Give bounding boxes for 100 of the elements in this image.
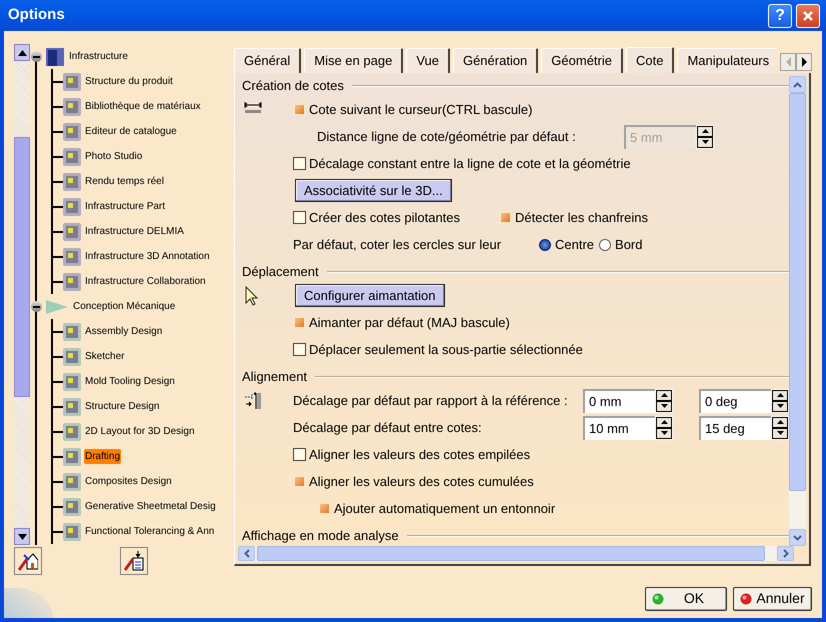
checkbox-label: Ajouter automatiquement un entonnoir <box>334 500 556 518</box>
tree-item[interactable]: 2D Layout for 3D Design <box>84 424 196 439</box>
spinner-control[interactable] <box>655 388 673 412</box>
checkbox-label: Décalage constant entre la ligne de cote et la géométrie <box>309 154 631 173</box>
tab[interactable]: Cote <box>626 47 674 73</box>
section-title: Alignement <box>242 368 308 386</box>
scroll-down-button[interactable] <box>14 528 30 545</box>
close-icon <box>802 10 814 22</box>
down-arrow-icon <box>18 534 26 540</box>
spinner-control[interactable] <box>655 416 673 440</box>
tree-item[interactable]: Sketcher <box>84 349 126 364</box>
number-field[interactable]: 0 mm <box>583 388 655 412</box>
tool-button[interactable] <box>120 547 148 575</box>
down-arrow-icon <box>702 140 708 144</box>
tree-item[interactable]: Drafting <box>84 449 122 464</box>
close-button[interactable] <box>796 4 820 28</box>
up-arrow-icon <box>776 420 784 424</box>
number-field[interactable]: 15 deg <box>699 416 771 440</box>
tree-item[interactable]: Mold Tooling Design <box>84 374 176 389</box>
field-label: Décalage par défaut entre cotes: <box>293 418 483 437</box>
down-arrow-icon <box>660 431 668 435</box>
workbench-icon <box>63 472 81 490</box>
workbench-icon <box>63 198 81 216</box>
tree-item[interactable]: Editeur de catalogue <box>84 124 178 139</box>
status-dot-icon <box>740 592 752 604</box>
tab[interactable]: Manipulateurs <box>677 48 776 73</box>
workbench-icon <box>63 348 81 366</box>
checkbox[interactable] <box>293 157 306 170</box>
tree-item[interactable]: Infrastructure Collaboration <box>84 274 207 289</box>
checkbox-label: Aligner les valeurs des cotes cumulées <box>309 472 534 491</box>
checkbox[interactable] <box>293 211 306 224</box>
tree-item[interactable]: Infrastructure DELMIA <box>84 224 185 239</box>
workbench-icon <box>63 522 81 540</box>
checkbox-label: Créer des cotes pilotantes <box>309 208 460 227</box>
checkbox-label: Déplacer seulement la sous-partie sélectionnée <box>309 340 583 359</box>
cancel-button[interactable]: Annuler <box>733 586 812 610</box>
left-chevron-icon <box>244 549 250 558</box>
collapse-icon[interactable] <box>31 301 42 312</box>
scroll-up-button[interactable] <box>14 44 30 61</box>
tab[interactable]: Mise en page <box>304 48 404 73</box>
down-arrow-icon <box>776 404 784 408</box>
scroll-right-button[interactable] <box>777 546 794 561</box>
spinner-control[interactable] <box>771 388 789 412</box>
tree-item[interactable]: Functional Tolerancing & Ann <box>84 524 216 539</box>
up-arrow-icon <box>18 50 26 56</box>
tree-item[interactable]: Generative Sheetmetal Desig <box>84 499 217 514</box>
radio-button[interactable] <box>539 238 551 250</box>
checkbox-label: Aligner les valeurs des cotes empilées <box>309 446 530 464</box>
checkbox[interactable] <box>293 343 306 356</box>
alignment-icon <box>244 390 264 410</box>
vertical-scrollbar[interactable] <box>14 44 30 545</box>
down-arrow-icon <box>776 431 784 435</box>
tab[interactable]: Général <box>234 48 302 73</box>
window-title: Options <box>8 5 65 26</box>
scroll-left-button[interactable] <box>238 546 255 561</box>
tab[interactable]: Géométrie <box>541 48 623 73</box>
collapse-icon[interactable] <box>31 51 42 62</box>
action-button[interactable]: Configurer aimantation <box>295 284 445 307</box>
scrollbar-thumb[interactable] <box>14 137 30 397</box>
vertical-scrollbar[interactable] <box>789 76 806 546</box>
radio-label: Bord <box>615 236 642 254</box>
tree-item[interactable]: Bibliothèque de matériaux <box>84 99 202 114</box>
tree-item[interactable]: Structure du produit <box>84 74 174 89</box>
action-button[interactable]: Associativité sur le 3D... <box>295 179 452 202</box>
number-field[interactable]: 0 deg <box>699 388 771 412</box>
ok-button[interactable]: OK <box>645 586 727 610</box>
workbench-icon <box>63 98 81 116</box>
workbench-icon <box>63 248 81 266</box>
tree-item[interactable]: Composites Design <box>84 474 173 489</box>
scrollbar-thumb[interactable] <box>789 93 806 491</box>
field-label: Distance ligne de cote/géométrie par défaut : <box>317 128 577 146</box>
tab[interactable]: Vue <box>406 48 450 73</box>
tree-item[interactable]: Rendu temps réel <box>84 174 165 189</box>
tree-item[interactable]: Infrastructure 3D Annotation <box>84 249 211 264</box>
help-button[interactable]: ? <box>768 4 792 28</box>
spinner-control[interactable] <box>771 416 789 440</box>
category-icon <box>46 48 64 66</box>
number-field[interactable]: 10 mm <box>583 416 655 440</box>
up-arrow-icon <box>702 129 708 133</box>
tab-scroll-right-button[interactable] <box>796 53 812 71</box>
radio-group-label: Par défaut, coter les cercles sur leur <box>293 236 502 254</box>
tree-item[interactable]: Conception Mécanique <box>72 299 176 314</box>
tree-item[interactable]: Assembly Design <box>84 324 164 339</box>
checkbox[interactable] <box>293 448 306 461</box>
workbench-icon <box>63 172 81 190</box>
workbench-icon <box>63 448 81 466</box>
radio-label: Centre <box>555 236 594 254</box>
tab[interactable]: Génération <box>452 48 538 73</box>
right-chevron-icon <box>782 549 788 558</box>
radio-button[interactable] <box>599 238 612 250</box>
spinner-control[interactable] <box>696 124 714 148</box>
tool-button[interactable] <box>14 547 42 575</box>
tree-item[interactable]: Structure Design <box>84 399 160 414</box>
workbench-icon <box>63 222 81 240</box>
workbench-icon <box>63 122 81 140</box>
section-title: Déplacement <box>242 263 319 282</box>
tree-item[interactable]: Photo Studio <box>84 149 144 164</box>
document-tool-icon <box>124 551 144 571</box>
tree-item[interactable]: Infrastructure <box>68 49 129 64</box>
tree-item[interactable]: Infrastructure Part <box>84 199 166 214</box>
